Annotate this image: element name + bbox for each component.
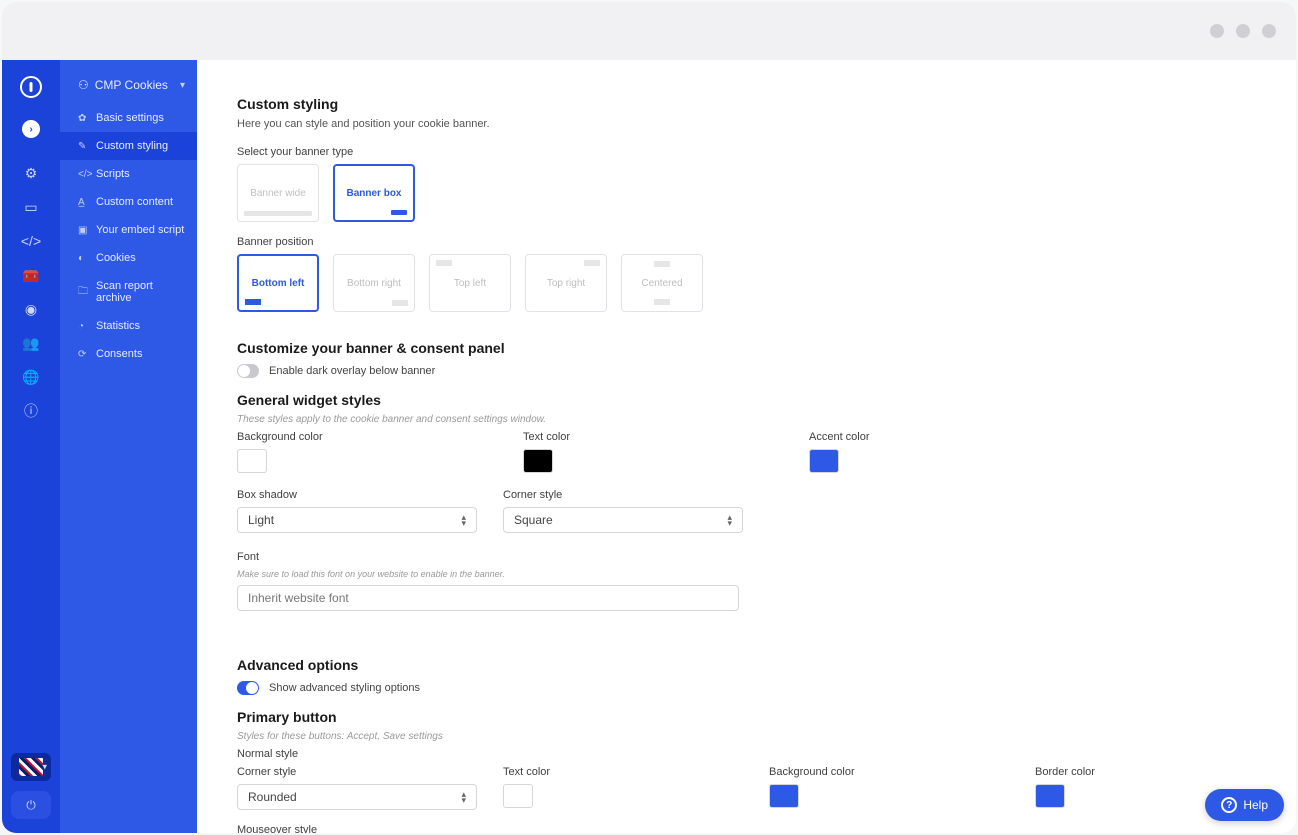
- window-dot: [1236, 24, 1250, 38]
- font-label: Font: [237, 551, 1256, 563]
- p-border-label: Border color: [1035, 766, 1095, 778]
- bg-color-swatch[interactable]: [237, 449, 267, 473]
- nav-icon[interactable]: ⚙: [22, 164, 40, 182]
- primary-text-swatch[interactable]: [503, 784, 533, 808]
- help-icon: ?: [1221, 797, 1237, 813]
- mouseover-style-label: Mouseover style: [237, 824, 1256, 833]
- code-icon: </>: [78, 169, 88, 180]
- banner-type-label: Select your banner type: [237, 146, 1256, 158]
- chart-icon: ◔: [78, 321, 88, 332]
- page-intro: Here you can style and position your coo…: [237, 118, 1256, 130]
- advanced-toggle-label: Show advanced styling options: [269, 682, 420, 694]
- sidebar-item-custom-content[interactable]: A̲Custom content: [60, 188, 197, 216]
- banner-type-box[interactable]: Banner box: [333, 164, 415, 222]
- chevron-down-icon: ▾: [180, 80, 185, 91]
- banner-type-wide[interactable]: Banner wide: [237, 164, 319, 222]
- help-button[interactable]: ? Help: [1205, 789, 1284, 821]
- sidebar-item-embed[interactable]: ▣Your embed script: [60, 216, 197, 244]
- font-input[interactable]: Inherit website font: [237, 585, 739, 611]
- primary-bg-swatch[interactable]: [769, 784, 799, 808]
- power-button[interactable]: ⏻: [11, 791, 51, 819]
- sidebar-item-custom-styling[interactable]: ✎Custom styling: [60, 132, 197, 160]
- collapse-toggle[interactable]: ›: [22, 120, 40, 138]
- primary-title: Primary button: [237, 709, 1256, 725]
- sidebar-item-consents[interactable]: ⟳Consents: [60, 340, 197, 368]
- pos-top-right[interactable]: Top right: [525, 254, 607, 312]
- pos-bottom-right[interactable]: Bottom right: [333, 254, 415, 312]
- general-title: General widget styles: [237, 392, 1256, 408]
- nav-icon[interactable]: ⓘ: [22, 402, 40, 420]
- banner-position-label: Banner position: [237, 236, 1256, 248]
- pos-bottom-left[interactable]: Bottom left: [237, 254, 319, 312]
- corner-select[interactable]: Square▴▾: [503, 507, 743, 533]
- sidebar-item-scan[interactable]: 🗀Scan report archive: [60, 272, 197, 312]
- text-color-label: Text color: [523, 431, 783, 443]
- primary-sub: Styles for these buttons: Accept, Save s…: [237, 731, 1256, 742]
- primary-corner-select[interactable]: Rounded▴▾: [237, 784, 477, 810]
- nav-icon[interactable]: </>: [22, 232, 40, 250]
- icon-rail: › ⚙ ▭ </> 🧰 ◉ 👥 🌐 ⓘ ▾ ⏻: [2, 60, 60, 833]
- sidebar-context-dropdown[interactable]: ⚇ CMP Cookies ▾: [60, 70, 197, 104]
- cookie-icon: ◐: [78, 253, 88, 264]
- shadow-select[interactable]: Light▴▾: [237, 507, 477, 533]
- link-icon: ⚇: [78, 78, 89, 92]
- app-logo-icon: [20, 76, 42, 98]
- primary-border-swatch[interactable]: [1035, 784, 1065, 808]
- advanced-title: Advanced options: [237, 657, 1256, 673]
- embed-icon: ▣: [78, 225, 88, 236]
- window-dot: [1210, 24, 1224, 38]
- main-content: Custom styling Here you can style and po…: [197, 60, 1296, 833]
- language-selector[interactable]: ▾: [11, 753, 51, 781]
- nav-icon[interactable]: ▭: [22, 198, 40, 216]
- accent-color-swatch[interactable]: [809, 449, 839, 473]
- normal-style-label: Normal style: [237, 748, 1256, 760]
- dark-overlay-label: Enable dark overlay below banner: [269, 365, 435, 377]
- nav-icon[interactable]: 👥: [22, 334, 40, 352]
- customize-title: Customize your banner & consent panel: [237, 340, 1256, 356]
- nav-icon[interactable]: 🌐: [22, 368, 40, 386]
- help-label: Help: [1243, 798, 1268, 812]
- text-color-swatch[interactable]: [523, 449, 553, 473]
- refresh-icon: ⟳: [78, 349, 88, 360]
- pos-centered[interactable]: Centered: [621, 254, 703, 312]
- corner-label: Corner style: [503, 489, 743, 501]
- sidebar-item-scripts[interactable]: </>Scripts: [60, 160, 197, 188]
- window-titlebar: [2, 2, 1296, 60]
- dark-overlay-toggle[interactable]: [237, 364, 259, 378]
- general-sub: These styles apply to the cookie banner …: [237, 414, 1256, 425]
- nav-icon[interactable]: ◉: [22, 300, 40, 318]
- p-bg-label: Background color: [769, 766, 1009, 778]
- sidebar: ⚇ CMP Cookies ▾ ✿Basic settings ✎Custom …: [60, 60, 197, 833]
- pos-top-left[interactable]: Top left: [429, 254, 511, 312]
- archive-icon: 🗀: [78, 284, 88, 301]
- accent-color-label: Accent color: [809, 431, 870, 443]
- sidebar-item-statistics[interactable]: ◔Statistics: [60, 312, 197, 340]
- p-corner-label: Corner style: [237, 766, 477, 778]
- advanced-toggle[interactable]: [237, 681, 259, 695]
- nav-icon[interactable]: 🧰: [22, 266, 40, 284]
- gear-icon: ✿: [78, 113, 88, 124]
- window-dot: [1262, 24, 1276, 38]
- page-title: Custom styling: [237, 96, 1256, 112]
- shadow-label: Box shadow: [237, 489, 477, 501]
- p-text-label: Text color: [503, 766, 743, 778]
- sidebar-item-basic[interactable]: ✿Basic settings: [60, 104, 197, 132]
- bg-color-label: Background color: [237, 431, 497, 443]
- font-note: Make sure to load this font on your webs…: [237, 569, 1256, 579]
- sidebar-item-cookies[interactable]: ◐Cookies: [60, 244, 197, 272]
- context-label: CMP Cookies: [95, 78, 168, 92]
- pencil-icon: ✎: [78, 141, 88, 152]
- text-icon: A̲: [78, 197, 88, 208]
